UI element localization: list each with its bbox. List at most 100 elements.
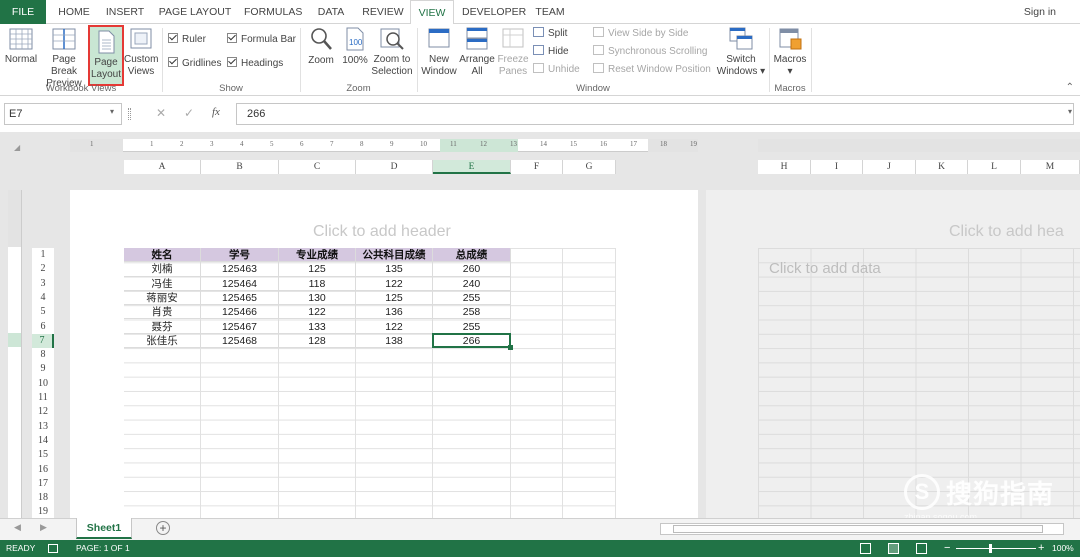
- row-header[interactable]: 2: [32, 262, 54, 276]
- tab-formulas[interactable]: FORMULAS: [244, 0, 302, 24]
- new-window-button[interactable]: New Window: [420, 26, 458, 82]
- normal-view-status-icon[interactable]: [860, 543, 871, 554]
- table-header-cell[interactable]: 学号: [201, 248, 279, 263]
- header-placeholder-right[interactable]: Click to add hea: [949, 223, 1064, 241]
- table-cell[interactable]: 122: [356, 319, 433, 334]
- expand-formula-bar-icon[interactable]: ▾: [1068, 107, 1072, 116]
- table-cell[interactable]: 135: [356, 262, 433, 277]
- table-cell[interactable]: 冯佳: [124, 276, 201, 291]
- normal-view-button[interactable]: Normal: [4, 26, 38, 82]
- zoom-slider[interactable]: [956, 548, 1036, 549]
- gridlines-checkbox[interactable]: Gridlines: [168, 57, 221, 71]
- scrollbar-thumb[interactable]: [673, 525, 1043, 533]
- select-all-icon[interactable]: ◢: [14, 143, 20, 152]
- table-cell[interactable]: 蒋丽安: [124, 290, 201, 306]
- row-header[interactable]: 9: [32, 362, 54, 376]
- insert-function-icon[interactable]: fx: [212, 106, 220, 118]
- freeze-panes-button[interactable]: Freeze Panes: [496, 26, 530, 82]
- table-cell[interactable]: 125463: [201, 262, 279, 277]
- row-header[interactable]: 11: [32, 391, 54, 405]
- column-header-m[interactable]: M: [1021, 160, 1080, 174]
- tab-page-layout[interactable]: PAGE LAYOUT: [158, 0, 232, 24]
- switch-windows-button[interactable]: Switch Windows ▾: [716, 26, 766, 82]
- column-header-k[interactable]: K: [916, 160, 968, 174]
- table-cell[interactable]: 刘楠: [124, 262, 201, 277]
- column-header-c[interactable]: C: [279, 160, 356, 174]
- table-cell[interactable]: 125: [279, 262, 356, 277]
- page-layout-status-icon[interactable]: [888, 543, 899, 554]
- table-cell[interactable]: 张佳乐: [124, 333, 201, 349]
- hide-button[interactable]: Hide: [533, 45, 569, 59]
- tab-insert[interactable]: INSERT: [104, 0, 146, 24]
- name-box[interactable]: E7: [4, 103, 122, 125]
- table-cell[interactable]: 125466: [201, 305, 279, 320]
- table-cell[interactable]: 122: [356, 276, 433, 291]
- table-header-cell[interactable]: 专业成绩: [279, 248, 356, 263]
- column-header-l[interactable]: L: [968, 160, 1021, 174]
- column-header-g[interactable]: G: [563, 160, 616, 174]
- ruler-checkbox[interactable]: Ruler: [168, 33, 206, 47]
- row-header[interactable]: 12: [32, 405, 54, 419]
- page-break-status-icon[interactable]: [916, 543, 927, 554]
- table-cell[interactable]: 133: [279, 319, 356, 334]
- table-cell[interactable]: 258: [433, 305, 511, 320]
- table-cell[interactable]: 128: [279, 333, 356, 349]
- column-header-d[interactable]: D: [356, 160, 433, 174]
- arrange-all-button[interactable]: Arrange All: [458, 26, 496, 82]
- row-header[interactable]: 18: [32, 491, 54, 505]
- table-cell[interactable]: 122: [279, 305, 356, 320]
- row-header[interactable]: 4: [32, 291, 54, 305]
- row-header[interactable]: 10: [32, 377, 54, 391]
- tab-data[interactable]: DATA: [314, 0, 348, 24]
- row-header[interactable]: 16: [32, 463, 54, 477]
- zoom-level[interactable]: 100%: [1052, 540, 1074, 557]
- table-cell[interactable]: 125468: [201, 333, 279, 349]
- table-cell[interactable]: 130: [279, 290, 356, 306]
- row-header[interactable]: 8: [32, 348, 54, 362]
- sign-in-link[interactable]: Sign in: [1024, 0, 1056, 24]
- macro-record-icon[interactable]: [48, 544, 58, 553]
- table-header-cell[interactable]: 公共科目成绩: [356, 248, 433, 263]
- table-cell[interactable]: 125: [356, 290, 433, 306]
- table-header-cell[interactable]: 总成绩: [433, 248, 511, 263]
- zoom-button[interactable]: Zoom: [305, 26, 337, 82]
- row-header[interactable]: 6: [32, 320, 54, 334]
- tab-review[interactable]: REVIEW: [360, 0, 406, 24]
- tab-home[interactable]: HOME: [56, 0, 92, 24]
- table-cell[interactable]: 118: [279, 276, 356, 291]
- row-header[interactable]: 5: [32, 305, 54, 319]
- table-cell[interactable]: 260: [433, 262, 511, 277]
- tab-view[interactable]: VIEW: [410, 0, 454, 25]
- column-header-f[interactable]: F: [511, 160, 563, 174]
- next-sheet-icon[interactable]: ▶: [40, 522, 47, 533]
- row-header[interactable]: 7: [32, 333, 54, 349]
- formula-splitter-handle[interactable]: [128, 108, 131, 120]
- prev-sheet-icon[interactable]: ◀: [14, 522, 21, 533]
- tab-team[interactable]: TEAM: [530, 0, 570, 24]
- column-header-j[interactable]: J: [863, 160, 916, 174]
- table-cell[interactable]: 肖贵: [124, 305, 201, 320]
- table-cell[interactable]: 125467: [201, 319, 279, 334]
- zoom-slider-thumb[interactable]: [989, 544, 992, 553]
- row-header[interactable]: 13: [32, 420, 54, 434]
- formula-input[interactable]: 266: [236, 103, 1074, 125]
- table-cell[interactable]: 125465: [201, 290, 279, 306]
- add-sheet-icon[interactable]: +: [156, 521, 170, 535]
- column-header-h[interactable]: H: [758, 160, 811, 174]
- enter-entry-icon[interactable]: ✓: [184, 106, 194, 120]
- page-layout-button[interactable]: Page Layout: [88, 25, 124, 86]
- name-box-dropdown-icon[interactable]: ▾: [110, 107, 114, 116]
- page-break-preview-button[interactable]: Page Break Preview: [40, 26, 88, 89]
- sheet-tab-sheet1[interactable]: Sheet1: [76, 518, 132, 539]
- row-header[interactable]: 3: [32, 277, 54, 291]
- cancel-entry-icon[interactable]: ✕: [156, 106, 166, 120]
- zoom-out-icon[interactable]: −: [944, 540, 950, 557]
- table-cell[interactable]: 125464: [201, 276, 279, 291]
- fill-handle[interactable]: [508, 345, 513, 350]
- header-placeholder[interactable]: Click to add header: [313, 223, 451, 241]
- synchronous-scrolling-button[interactable]: Synchronous Scrolling: [593, 45, 708, 59]
- unhide-button[interactable]: Unhide: [533, 63, 580, 77]
- column-header-e[interactable]: E: [433, 160, 511, 174]
- table-cell[interactable]: 138: [356, 333, 433, 349]
- zoom-to-selection-button[interactable]: Zoom to Selection: [371, 26, 413, 82]
